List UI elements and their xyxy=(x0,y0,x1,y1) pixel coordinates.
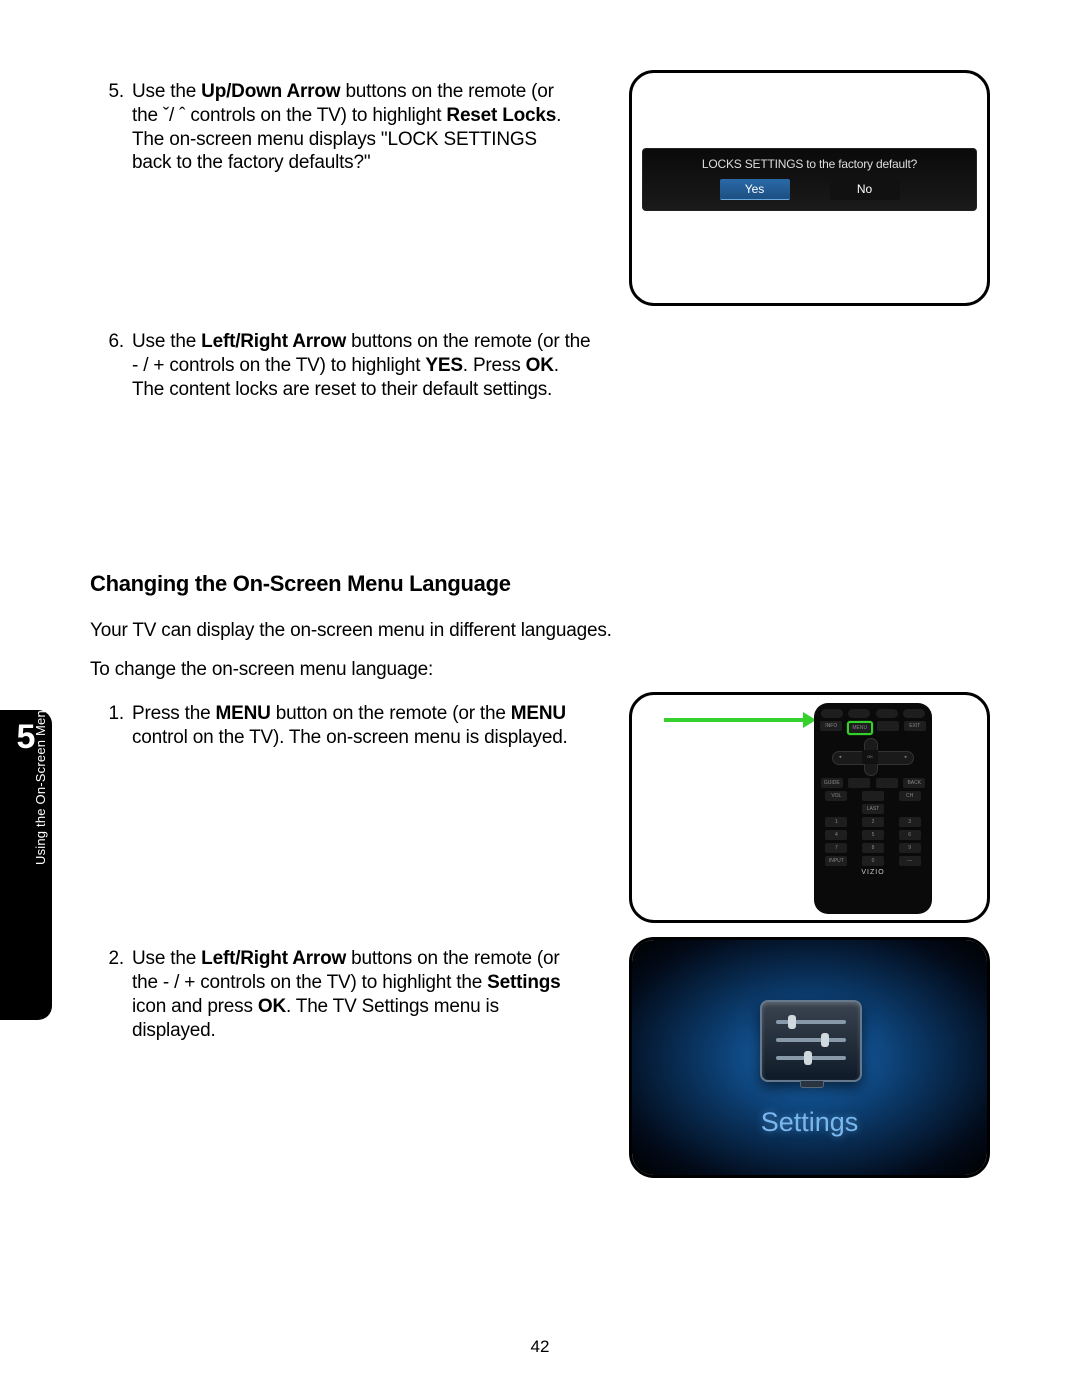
remote-key-0: 0 xyxy=(862,856,884,866)
remote-vol-button: VOL xyxy=(825,791,847,801)
section-intro-2: To change the on-screen menu language: xyxy=(90,656,990,685)
remote-menu-button: MENU xyxy=(847,721,873,735)
dialog-yes-button: Yes xyxy=(720,179,790,200)
step-6: 6. Use the Left/Right Arrow buttons on t… xyxy=(90,330,990,401)
remote-key-7: 7 xyxy=(825,843,847,853)
remote-ch-button: CH xyxy=(899,791,921,801)
remote-exit-button: EXIT xyxy=(904,721,926,731)
remote-key-8: 8 xyxy=(862,843,884,853)
remote-button xyxy=(848,709,870,718)
remote-info-button: INFO xyxy=(820,721,842,731)
chapter-tab: 5 Using the On-Screen Menu xyxy=(0,710,52,1020)
remote-button xyxy=(877,721,899,731)
settings-label: Settings xyxy=(632,1107,987,1138)
figure-settings-icon: Settings xyxy=(629,937,990,1178)
step-number: 5. xyxy=(90,80,132,175)
remote-key-5: 5 xyxy=(862,830,884,840)
remote-button xyxy=(848,778,870,788)
dialog-prompt: LOCKS SETTINGS to the factory default? xyxy=(647,157,972,171)
step-text: Use the Left/Right Arrow buttons on the … xyxy=(132,947,582,1042)
callout-arrow-icon xyxy=(664,718,804,722)
remote-brand: VIZIO xyxy=(818,869,928,876)
remote-key-3: 3 xyxy=(899,817,921,827)
figure-lock-settings-dialog: LOCKS SETTINGS to the factory default? Y… xyxy=(629,70,990,306)
remote-key-2: 2 xyxy=(862,817,884,827)
remote-guide-button: GUIDE xyxy=(821,778,843,788)
page-number: 42 xyxy=(0,1337,1080,1357)
step-number: 6. xyxy=(90,330,132,401)
step-number: 1. xyxy=(90,702,132,750)
tv-dialog: LOCKS SETTINGS to the factory default? Y… xyxy=(642,148,977,211)
remote-control: INFO MENU EXIT OK ◄ ► GUIDE BACK xyxy=(814,703,932,914)
dialog-no-button: No xyxy=(830,179,900,200)
step-text: Use the Left/Right Arrow buttons on the … xyxy=(132,330,592,401)
remote-dpad: OK ◄ ► xyxy=(818,738,928,776)
remote-key-dash: — xyxy=(899,856,921,866)
remote-key-6: 6 xyxy=(899,830,921,840)
remote-key-4: 4 xyxy=(825,830,847,840)
remote-last-button: LAST xyxy=(862,804,884,814)
step-number: 2. xyxy=(90,947,132,1042)
remote-button xyxy=(876,709,898,718)
remote-ok-button: OK xyxy=(862,750,878,764)
remote-mute-button xyxy=(862,791,884,801)
figure-remote: INFO MENU EXIT OK ◄ ► GUIDE BACK xyxy=(629,692,990,923)
settings-sliders-icon xyxy=(760,1000,862,1082)
remote-key-1: 1 xyxy=(825,817,847,827)
section-intro-1: Your TV can display the on-screen menu i… xyxy=(90,617,990,646)
remote-button xyxy=(821,709,843,718)
page-content: 5. Use the Up/Down Arrow buttons on the … xyxy=(90,80,990,1192)
remote-key-input: INPUT xyxy=(825,856,847,866)
step-text: Press the MENU button on the remote (or … xyxy=(132,702,582,750)
remote-key-9: 9 xyxy=(899,843,921,853)
remote-back-button: BACK xyxy=(903,778,925,788)
remote-button xyxy=(876,778,898,788)
remote-button xyxy=(903,709,925,718)
step-text: Use the Up/Down Arrow buttons on the rem… xyxy=(132,80,572,175)
chapter-label: Using the On-Screen Menu xyxy=(33,615,48,865)
section-heading: Changing the On-Screen Menu Language xyxy=(90,571,990,597)
